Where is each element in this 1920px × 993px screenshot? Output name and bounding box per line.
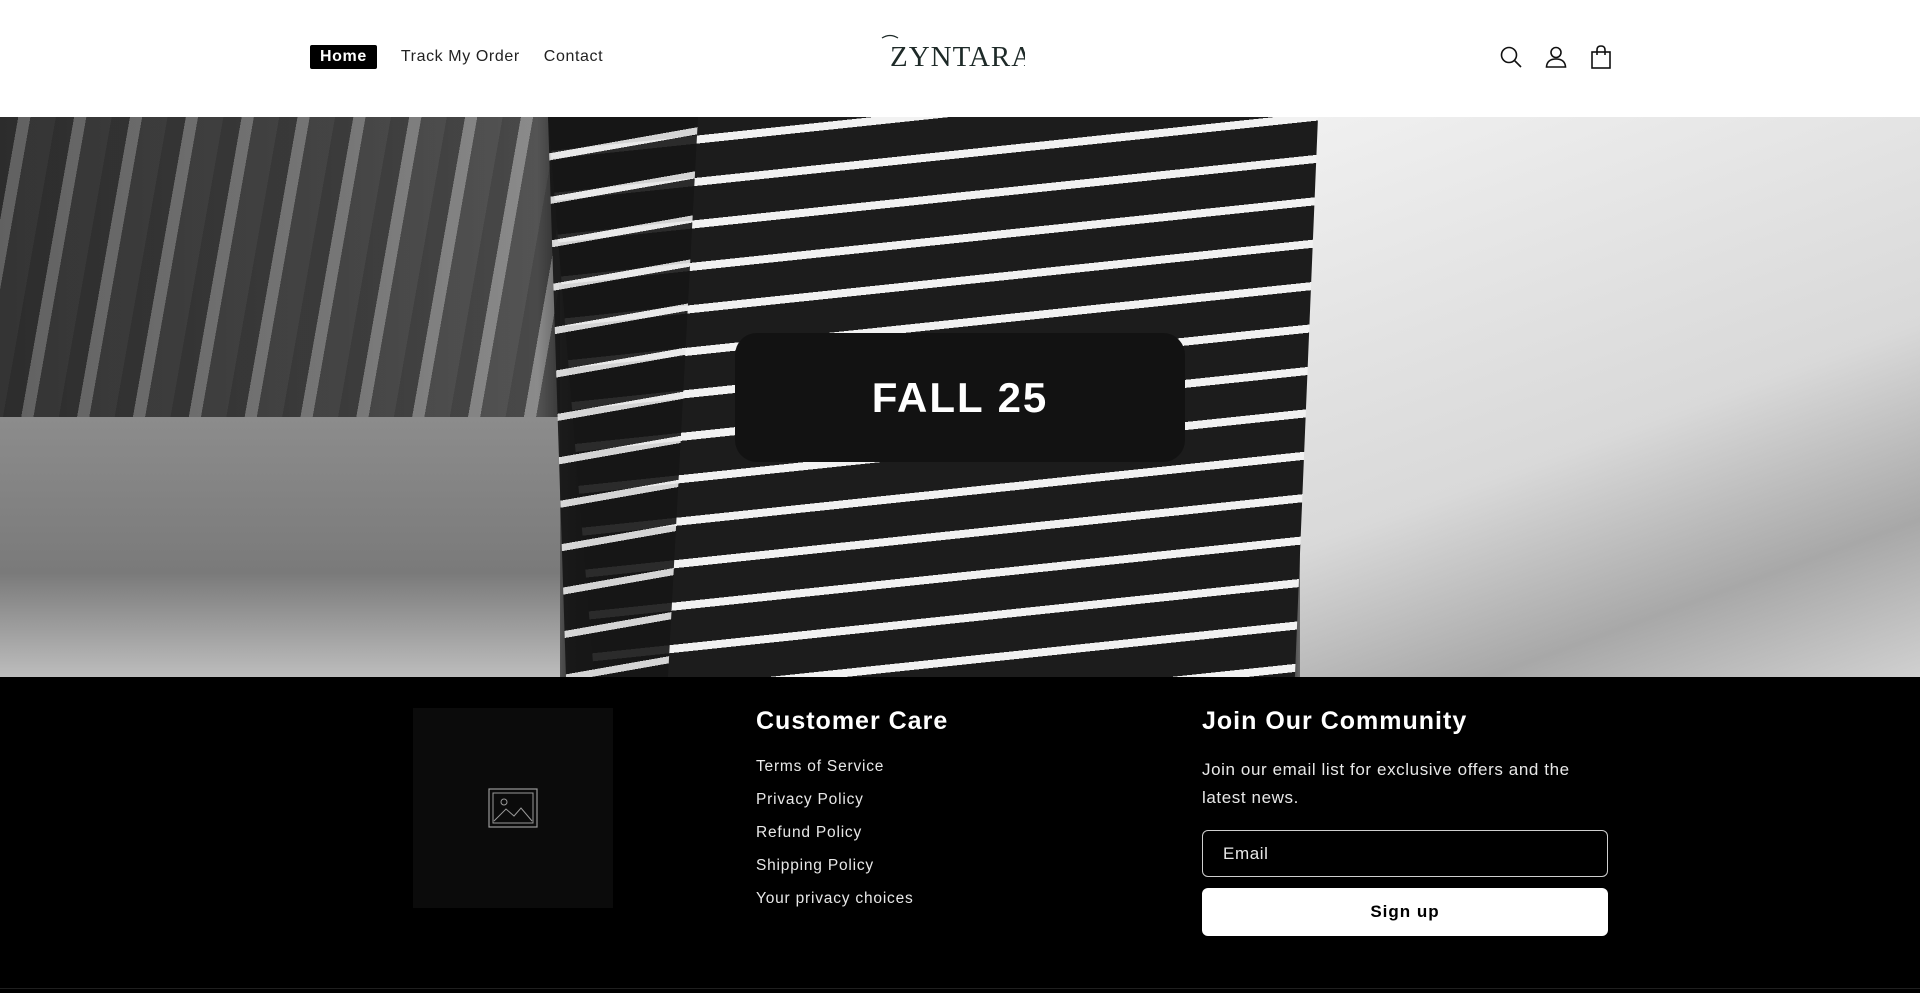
link-terms-of-service[interactable]: Terms of Service xyxy=(756,758,948,776)
header-actions xyxy=(1498,44,1614,70)
newsletter-heading: Join Our Community xyxy=(1202,707,1468,735)
site-header: Home Track My Order Contact ZYNTARA xyxy=(0,0,1920,117)
hero-background-ground xyxy=(0,417,560,677)
link-privacy-policy[interactable]: Privacy Policy xyxy=(756,791,948,809)
footer-image-placeholder xyxy=(413,708,613,908)
hero-title: FALL 25 xyxy=(871,373,1049,421)
image-icon xyxy=(488,788,538,828)
link-shipping-policy[interactable]: Shipping Policy xyxy=(756,857,948,875)
customer-care-section: Customer Care Terms of Service Privacy P… xyxy=(756,707,948,923)
nav-contact[interactable]: Contact xyxy=(544,48,603,66)
logo-text: ZYNTARA xyxy=(890,41,1025,72)
nav-home[interactable]: Home xyxy=(310,45,377,69)
account-icon[interactable] xyxy=(1543,44,1569,70)
newsletter-section: Join Our Community Join our email list f… xyxy=(1202,707,1610,936)
link-refund-policy[interactable]: Refund Policy xyxy=(756,824,948,842)
footer-divider xyxy=(0,988,1920,989)
cart-icon[interactable] xyxy=(1588,44,1614,70)
hero-background-pavement xyxy=(1300,117,1920,677)
main-nav: Home Track My Order Contact xyxy=(310,45,627,69)
link-privacy-choices[interactable]: Your privacy choices xyxy=(756,890,948,908)
site-footer: Customer Care Terms of Service Privacy P… xyxy=(0,677,1920,993)
site-logo[interactable]: ZYNTARA xyxy=(880,32,1025,72)
search-icon[interactable] xyxy=(1498,44,1524,70)
customer-care-heading: Customer Care xyxy=(756,707,949,735)
newsletter-text: Join our email list for exclusive offers… xyxy=(1202,760,1570,807)
hero-background-foliage xyxy=(0,117,560,447)
hero-card: FALL 25 xyxy=(735,333,1185,462)
signup-button[interactable]: Sign up xyxy=(1202,888,1608,936)
hero-banner: FALL 25 xyxy=(0,117,1920,677)
nav-track-my-order[interactable]: Track My Order xyxy=(401,48,520,66)
email-input[interactable] xyxy=(1202,830,1608,877)
